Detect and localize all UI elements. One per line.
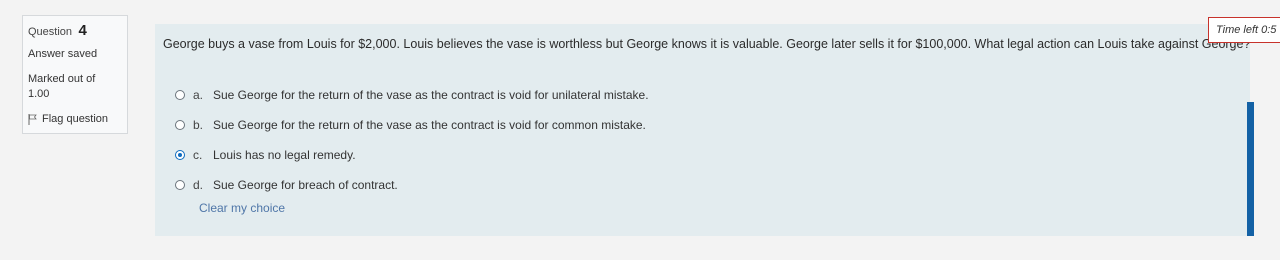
answer-c-text[interactable]: Louis has no legal remedy. — [213, 148, 356, 162]
answer-b-radio[interactable] — [175, 120, 185, 130]
answer-b-letter: b. — [193, 118, 204, 132]
answer-a-radio[interactable] — [175, 90, 185, 100]
question-text: George buys a vase from Louis for $2,000… — [163, 37, 1251, 51]
flag-question-link[interactable]: Flag question — [28, 113, 122, 125]
answer-state: Answer saved — [28, 48, 98, 60]
answer-c-letter: c. — [193, 148, 203, 162]
answer-option-b[interactable]: b. Sue George for the return of the vase… — [175, 110, 649, 140]
answer-d-text[interactable]: Sue George for breach of contract. — [213, 178, 398, 192]
time-left-indicator: Time left 0:5 — [1208, 17, 1280, 43]
question-number: 4 — [78, 22, 87, 39]
marks-value: 1.00 — [28, 88, 50, 100]
answer-list: a. Sue George for the return of the vase… — [175, 80, 649, 200]
clear-choice-link[interactable]: Clear my choice — [199, 201, 285, 215]
question-info-panel: Question 4 Answer saved Marked out of 1.… — [22, 15, 128, 134]
answer-d-radio[interactable] — [175, 180, 185, 190]
flag-icon — [28, 113, 37, 125]
answer-a-letter: a. — [193, 88, 204, 102]
marks-info: Marked out of 1.00 — [28, 72, 122, 102]
question-label: Question — [28, 26, 73, 38]
marks-label: Marked out of — [28, 73, 96, 85]
answer-b-text[interactable]: Sue George for the return of the vase as… — [213, 118, 646, 132]
answer-option-d[interactable]: d. Sue George for breach of contract. — [175, 170, 649, 200]
question-heading: Question 4 — [28, 22, 122, 40]
answer-option-a[interactable]: a. Sue George for the return of the vase… — [175, 80, 649, 110]
time-left-label: Time left 0:5 — [1216, 24, 1277, 36]
answer-d-letter: d. — [193, 178, 204, 192]
answer-option-c[interactable]: c. Louis has no legal remedy. — [175, 140, 649, 170]
scrollbar-thumb[interactable] — [1247, 102, 1254, 236]
answer-c-radio[interactable] — [175, 150, 185, 160]
answer-a-text[interactable]: Sue George for the return of the vase as… — [213, 88, 649, 102]
question-content: George buys a vase from Louis for $2,000… — [155, 24, 1250, 236]
flag-question-label: Flag question — [42, 113, 109, 125]
